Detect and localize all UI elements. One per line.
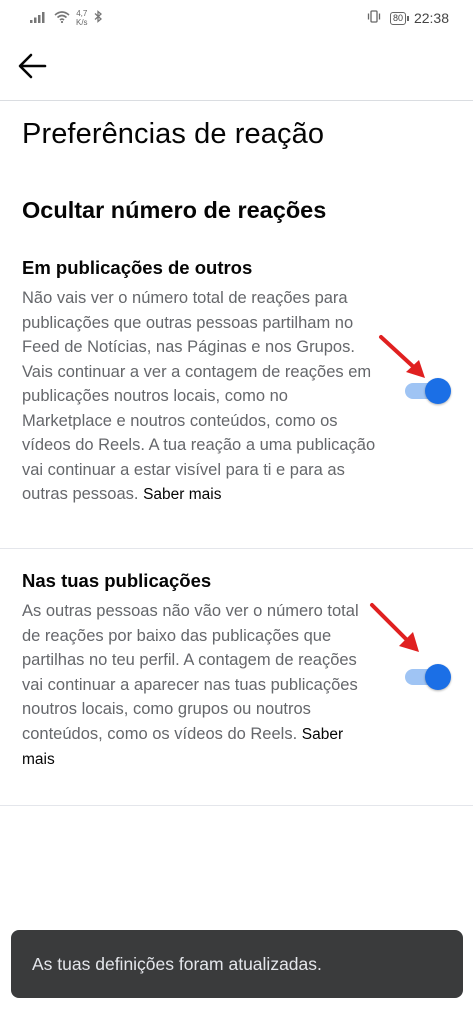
snackbar: As tuas definições foram atualizadas. [11,930,463,998]
setting-description-text: As outras pessoas não vão ver o número t… [22,602,359,743]
section-title: Ocultar número de reações [22,197,327,223]
divider [0,805,473,806]
vibrate-icon [366,10,382,26]
learn-more-link[interactable]: Saber mais [143,486,221,503]
setting-description: Não vais ver o número total de reações p… [22,286,378,508]
status-right: 80 22:38 [366,10,449,26]
battery-indicator: 80 [389,11,409,25]
clock: 22:38 [413,10,449,26]
setting-heading: Nas tuas publicações [22,570,212,591]
back-button[interactable] [14,50,50,86]
snackbar-message: As tuas definições foram atualizadas. [32,953,322,974]
toggle-knob [425,664,451,690]
page-title: Preferências de reação [22,118,325,150]
signal-icon [30,11,48,26]
setting-description-text: Não vais ver o número total de reações p… [22,289,376,503]
status-bar: 4,7 K/s 80 22:38 [0,0,473,36]
app-header [0,36,473,101]
network-speed-unit: K/s [76,18,88,27]
setting-description: As outras pessoas não vão ver o número t… [22,599,378,773]
annotation-arrow-icon [378,334,430,391]
setting-heading: Em publicações de outros [22,257,253,278]
divider [0,548,473,549]
network-speed: 4,7 K/s [76,9,88,27]
arrow-left-icon [17,53,47,84]
toggle-own-posts[interactable] [405,664,453,690]
annotation-arrow-icon [369,602,425,665]
status-left: 4,7 K/s [30,9,103,27]
wifi-icon [54,10,70,26]
network-speed-value: 4,7 [76,9,88,18]
bluetooth-icon [94,10,103,26]
